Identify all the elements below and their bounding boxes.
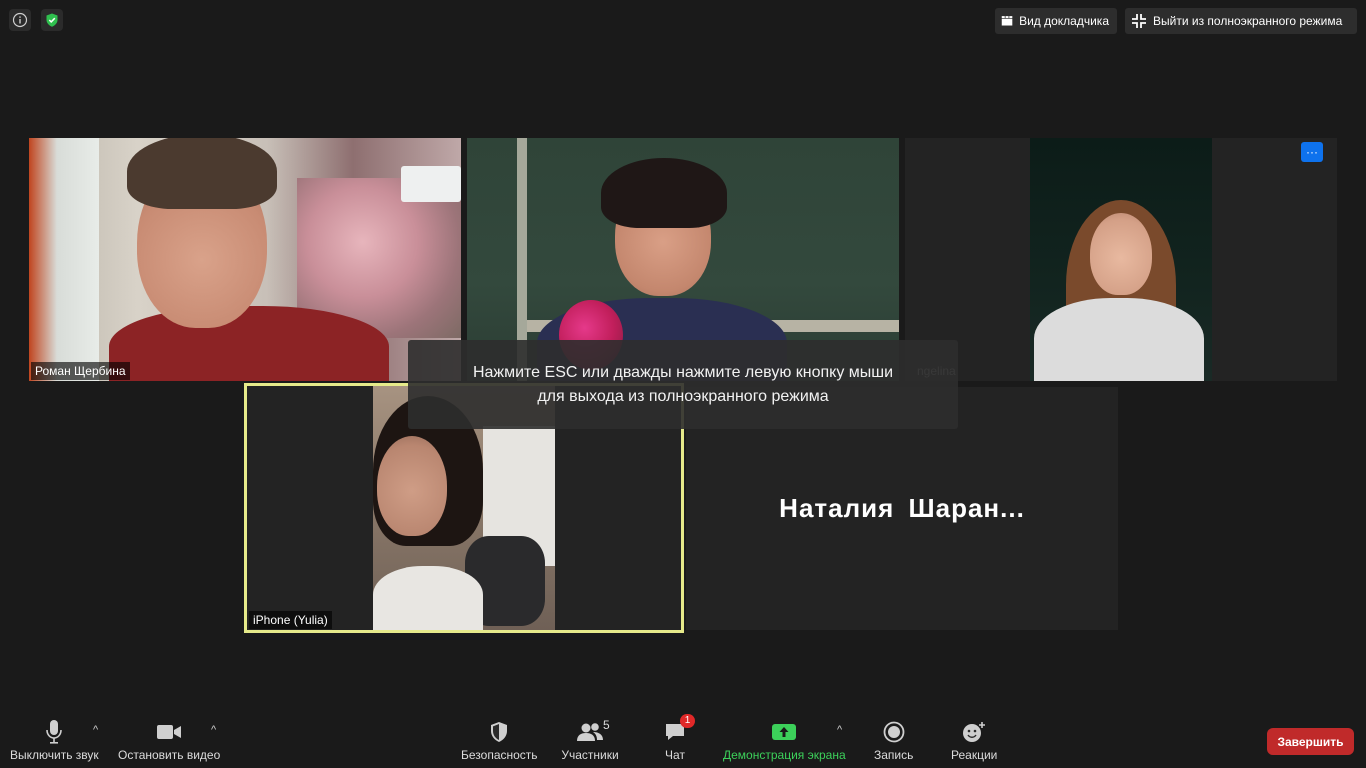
share-options-caret[interactable]: ^ bbox=[837, 724, 842, 736]
mute-label: Выключить звук bbox=[10, 748, 99, 762]
participants-icon bbox=[577, 723, 603, 741]
share-screen-icon bbox=[772, 724, 797, 740]
more-options-label: ··· bbox=[1306, 145, 1318, 159]
mute-button[interactable]: Выключить звук bbox=[10, 718, 99, 762]
end-meeting-label: Завершить bbox=[1277, 734, 1344, 749]
video-camera-icon bbox=[157, 725, 182, 739]
exit-fullscreen-hint: Нажмите ESC или дважды нажмите левую кно… bbox=[408, 340, 958, 429]
person-hair bbox=[601, 158, 727, 228]
chat-unread-badge: 1 bbox=[680, 714, 695, 728]
security-button[interactable]: Безопасность bbox=[461, 718, 538, 762]
reactions-button[interactable]: Реакции bbox=[951, 718, 997, 762]
end-meeting-button[interactable]: Завершить bbox=[1267, 728, 1354, 755]
stop-video-button[interactable]: Остановить видео bbox=[118, 718, 220, 762]
microphone-icon bbox=[46, 720, 63, 744]
participant-name-tag: iPhone (Yulia) bbox=[249, 611, 332, 629]
participants-button[interactable]: 5 Участники bbox=[561, 718, 619, 762]
window-curtain bbox=[29, 138, 99, 381]
person-head bbox=[1090, 213, 1152, 295]
zoom-meeting-window: Вид докладчика Выйти из полноэкранного р… bbox=[0, 0, 1366, 768]
video-tile-angelina[interactable]: ngelina ··· bbox=[905, 138, 1337, 381]
video-feed bbox=[1030, 138, 1212, 381]
share-screen-label: Демонстрация экрана bbox=[723, 748, 846, 762]
speaker-view-icon bbox=[1001, 16, 1013, 26]
security-label: Безопасность bbox=[461, 748, 538, 762]
video-tile-roman[interactable]: Роман Щербина bbox=[29, 138, 461, 381]
more-options-button[interactable]: ··· bbox=[1301, 142, 1323, 162]
participant-name-tag: Роман Щербина bbox=[31, 362, 130, 380]
encryption-shield-icon[interactable] bbox=[41, 9, 63, 31]
info-icon[interactable] bbox=[9, 9, 31, 31]
participants-label: Участники bbox=[561, 748, 619, 762]
person-shirt bbox=[373, 566, 483, 630]
chat-button[interactable]: 1 Чат bbox=[664, 714, 695, 762]
chat-label: Чат bbox=[665, 748, 685, 762]
video-options-caret[interactable]: ^ bbox=[211, 724, 216, 736]
exit-fullscreen-label: Выйти из полноэкранного режима bbox=[1153, 14, 1343, 28]
stop-video-label: Остановить видео bbox=[118, 748, 221, 762]
record-icon bbox=[883, 721, 905, 743]
person-shirt bbox=[1034, 298, 1204, 381]
share-screen-button[interactable]: Демонстрация экрана bbox=[723, 718, 846, 762]
hint-line-1: Нажмите ESC или дважды нажмите левую кно… bbox=[472, 363, 894, 381]
participants-count: 5 bbox=[603, 718, 610, 732]
audio-options-caret[interactable]: ^ bbox=[93, 724, 98, 736]
reaction-smiley-icon bbox=[963, 722, 986, 742]
speaker-view-label: Вид докладчика bbox=[1019, 14, 1109, 28]
reactions-label: Реакции bbox=[951, 748, 998, 762]
exit-fullscreen-button[interactable]: Выйти из полноэкранного режима bbox=[1125, 8, 1357, 34]
person-head bbox=[377, 436, 447, 536]
record-button[interactable]: Запись bbox=[874, 718, 913, 762]
person-hair bbox=[127, 138, 277, 209]
air-conditioner bbox=[401, 166, 461, 202]
hint-line-2: для выхода из полноэкранного режима bbox=[537, 387, 829, 405]
person-body bbox=[109, 306, 389, 381]
speaker-view-button[interactable]: Вид докладчика bbox=[995, 8, 1117, 34]
security-shield-icon bbox=[491, 722, 508, 742]
exit-fullscreen-icon bbox=[1132, 14, 1146, 28]
record-label: Запись bbox=[874, 748, 914, 762]
